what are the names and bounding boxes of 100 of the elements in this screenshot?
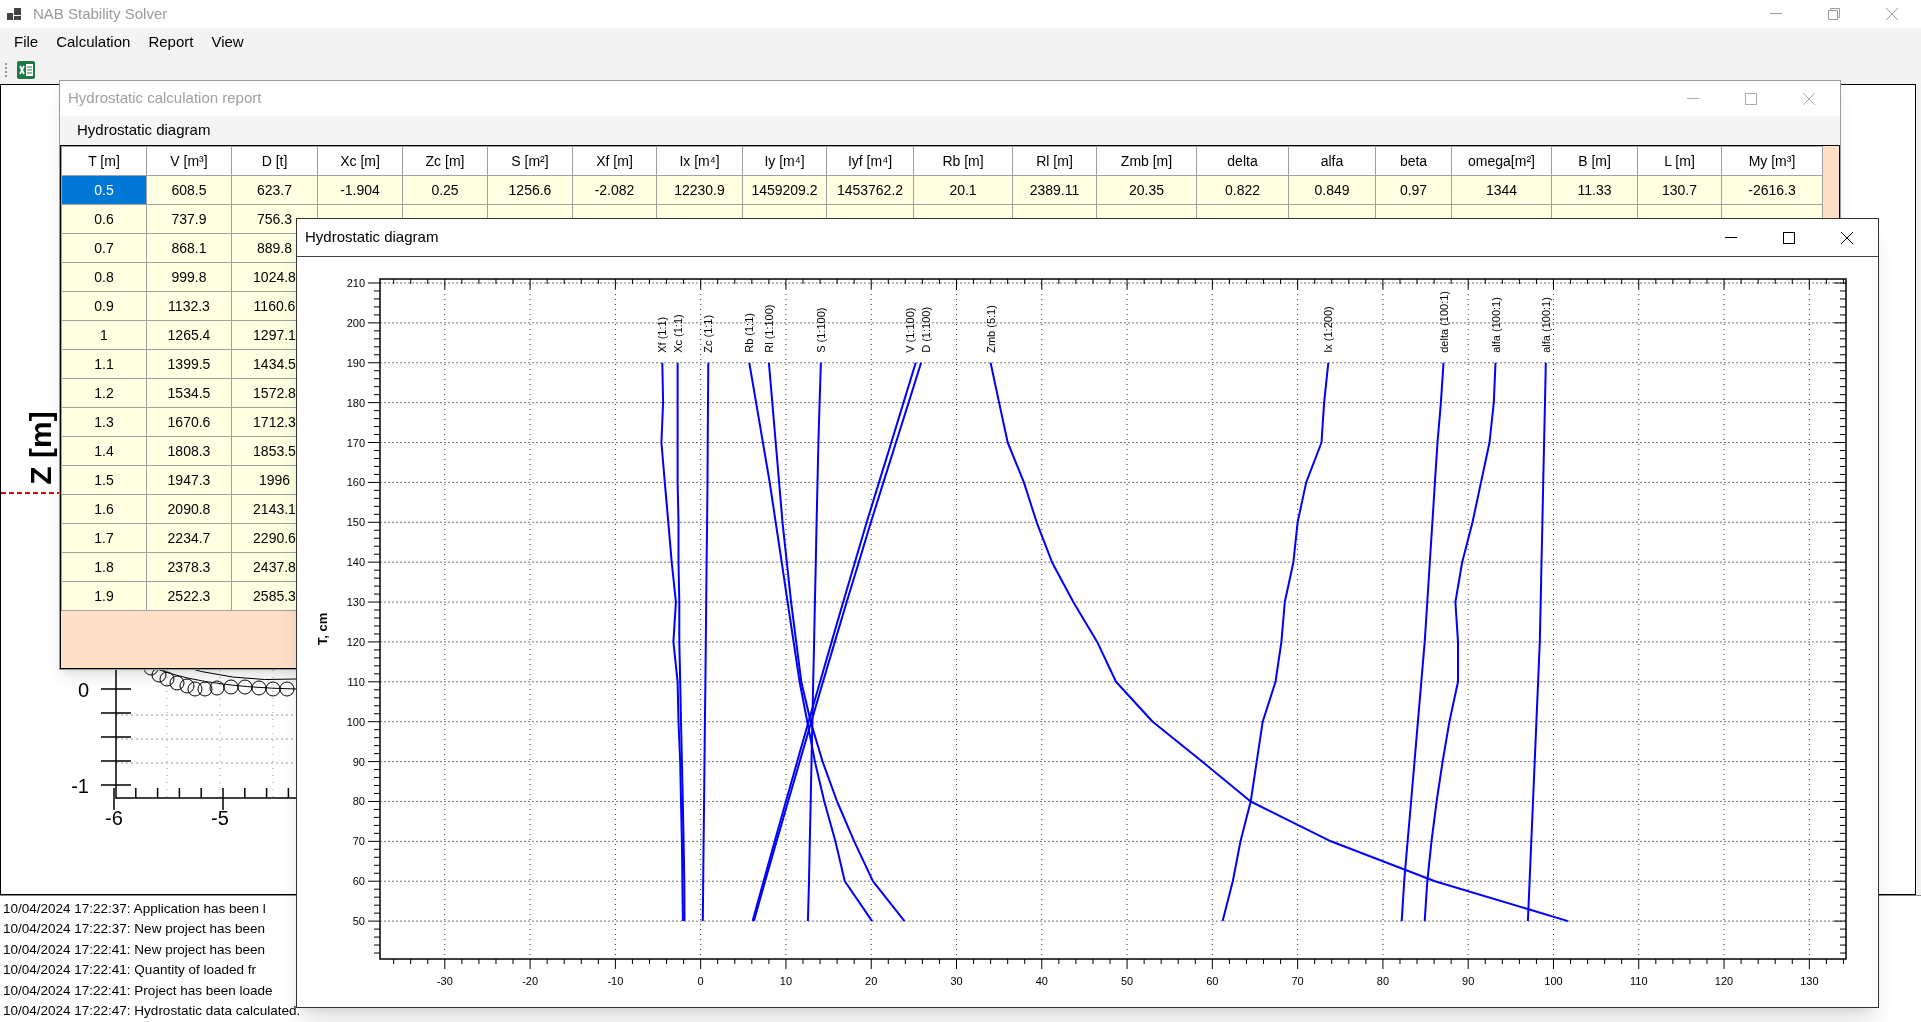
table-cell: 1.7 — [61, 523, 147, 553]
table-cell: 1344 — [1451, 175, 1552, 205]
table-cell: 1.4 — [61, 436, 147, 466]
table-cell: 0.849 — [1288, 175, 1376, 205]
log-line: 10/04/2024 17:22:37: Application has been l — [3, 900, 266, 918]
table-cell: 1.1 — [61, 349, 147, 379]
table-cell: 1459209.2 — [742, 175, 827, 205]
series-label: Ix (1:200) — [1322, 306, 1335, 353]
tick-label: 90 — [1462, 975, 1475, 987]
tick-label: 210 — [346, 277, 365, 289]
table-cell: 1 — [61, 320, 147, 350]
tick-label: 130 — [1800, 975, 1819, 987]
tick-label: 160 — [346, 476, 365, 489]
tick-label: -30 — [436, 975, 453, 987]
table-cell: 1947.3 — [146, 465, 232, 495]
table-cell: 1399.5 — [146, 349, 232, 379]
tick-label: -10 — [607, 975, 624, 987]
tick-label: 70 — [352, 835, 365, 848]
table-cell: 1.6 — [61, 494, 147, 524]
tick-label: -1 — [71, 775, 89, 797]
tick-label: 100 — [346, 715, 365, 728]
tick-label: 150 — [346, 516, 365, 529]
tick-label: 60 — [1206, 975, 1219, 987]
tick-label: 30 — [950, 975, 963, 987]
tick-label: 80 — [1376, 975, 1390, 987]
table-cell: 0.25 — [402, 175, 488, 205]
table-cell: 0.9 — [61, 291, 147, 321]
series-label: alfa (100:1) — [1539, 297, 1552, 353]
table-cell: 1.3 — [61, 407, 147, 437]
tick-label: 100 — [1544, 975, 1563, 987]
table-cell: 0.8 — [61, 262, 147, 292]
table-cell: 12230.9 — [656, 175, 743, 205]
series-label: delta (100:1) — [1437, 291, 1450, 353]
tick-label: -20 — [522, 975, 539, 987]
log-line: 10/04/2024 17:22:41: Quantity of loaded fr — [3, 961, 256, 980]
table-cell: 623.7 — [231, 175, 318, 205]
series-label: Xf (1:1) — [656, 316, 668, 353]
tick-label: 110 — [1630, 975, 1648, 987]
series-label: Xc (1:1) — [672, 314, 684, 353]
table-cell: 1256.6 — [487, 175, 573, 205]
table-cell: 20.35 — [1096, 175, 1197, 205]
table-cell: 0.6 — [61, 204, 147, 234]
tick-label: 120 — [1714, 975, 1734, 987]
tick-label: 70 — [1291, 975, 1304, 987]
series-label: V (1:100) — [904, 307, 917, 353]
tick-label: 190 — [346, 356, 365, 369]
table-cell: 2389.11 — [1012, 175, 1097, 205]
table-cell: 1.8 — [61, 552, 147, 582]
table-cell: 2378.3 — [146, 552, 232, 582]
table-cell: 2090.8 — [146, 494, 232, 524]
axis-title: Z [m] — [23, 413, 58, 483]
table-cell: 2234.7 — [146, 523, 232, 553]
log-line: 10/04/2024 17:22:37: New project has been — [3, 920, 265, 939]
tick-label: 110 — [347, 675, 365, 688]
series-label: alfa (100:1) — [1489, 297, 1502, 353]
tick-label: 10 — [779, 975, 793, 987]
tick-label: 20 — [865, 975, 878, 987]
tick-label: 60 — [352, 875, 365, 888]
table-cell: 0.822 — [1196, 175, 1289, 205]
log-line: 10/04/2024 17:22:41: Project has been loade — [3, 981, 273, 1000]
table-cell: -2616.3 — [1721, 175, 1823, 205]
window-title: NAB Stability Solver — [33, 3, 168, 24]
series-label: Rb (1:1) — [743, 313, 756, 353]
series-label: S (1:100) — [814, 307, 827, 353]
tick-label: 180 — [346, 396, 365, 409]
table-cell: 1453762.2 — [826, 175, 914, 205]
tick-label: 0 — [697, 975, 704, 987]
tick-label: 130 — [346, 596, 365, 609]
table-cell: 0.97 — [1375, 175, 1452, 205]
table-cell: 11.33 — [1551, 175, 1638, 205]
tick-label: 120 — [346, 635, 365, 648]
table-cell: 868.1 — [146, 233, 232, 263]
table-cell: -2.082 — [572, 175, 657, 205]
log-line: 10/04/2024 17:22:47: Hydrostatic data calculated. — [3, 1002, 301, 1021]
tick-label: 50 — [352, 915, 365, 928]
table-cell: 2522.3 — [146, 581, 232, 611]
tick-label: 90 — [352, 755, 365, 768]
table-cell: 737.9 — [146, 204, 232, 234]
axis-title: T, cm — [315, 612, 330, 646]
series-label: Zmb (5:1) — [984, 305, 997, 353]
tick-label: 50 — [1120, 975, 1134, 987]
tick-label: 200 — [346, 316, 365, 329]
table-cell: 1.2 — [61, 378, 147, 408]
table-cell: 608.5 — [146, 175, 232, 205]
series-label: D (1:100) — [920, 306, 933, 353]
series-label: Rl (1:100) — [762, 304, 775, 353]
window-title: Hydrostatic calculation report — [68, 88, 262, 109]
table-cell: 20.1 — [913, 175, 1013, 205]
table-cell: 0.5 — [61, 175, 147, 205]
log-line: 10/04/2024 17:22:41: New project has been — [3, 940, 265, 959]
table-cell: 1670.6 — [146, 407, 232, 437]
table-cell: 999.8 — [146, 262, 232, 292]
tick-label: 40 — [1035, 975, 1048, 987]
table-cell: 0.7 — [61, 233, 147, 263]
tick-label: -5 — [211, 807, 229, 829]
table-cell: 1.9 — [61, 581, 147, 611]
tick-label: 0 — [77, 679, 89, 701]
series-label: Zc (1:1) — [702, 314, 715, 353]
table-cell: -1.904 — [317, 175, 403, 205]
table-cell: 1132.3 — [146, 291, 232, 321]
